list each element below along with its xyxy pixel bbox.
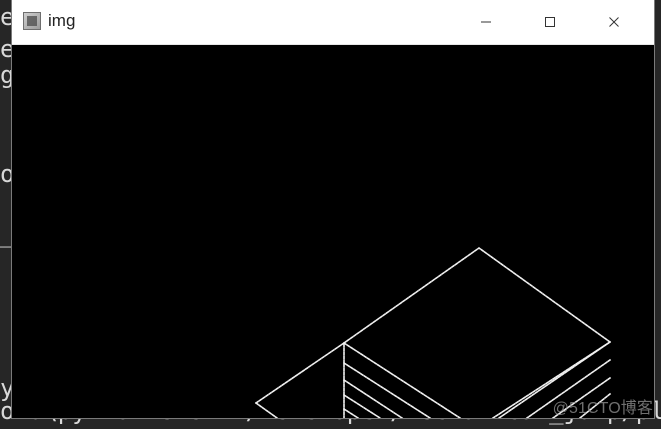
minimize-button[interactable]	[454, 0, 518, 44]
edge-left-triangle	[254, 341, 345, 418]
window-titlebar[interactable]: img	[12, 0, 654, 45]
close-button[interactable]	[582, 0, 646, 44]
image-canvas	[12, 45, 654, 418]
maximize-icon	[545, 17, 555, 27]
window-controls	[454, 0, 646, 44]
edge-step-4	[342, 393, 382, 418]
window-title: img	[48, 11, 76, 30]
close-icon	[609, 17, 619, 27]
app-window-icon	[23, 12, 41, 30]
edge-step-3	[342, 378, 404, 418]
edge-step-5	[342, 407, 360, 418]
edge-drawing	[254, 247, 612, 418]
image-window: img	[12, 0, 654, 418]
watermark-text: @51CTO博客	[552, 400, 653, 417]
edge-diamond-top	[342, 247, 612, 418]
edge-left-base	[254, 401, 279, 418]
maximize-button[interactable]	[518, 0, 582, 44]
minimize-icon	[481, 21, 491, 23]
